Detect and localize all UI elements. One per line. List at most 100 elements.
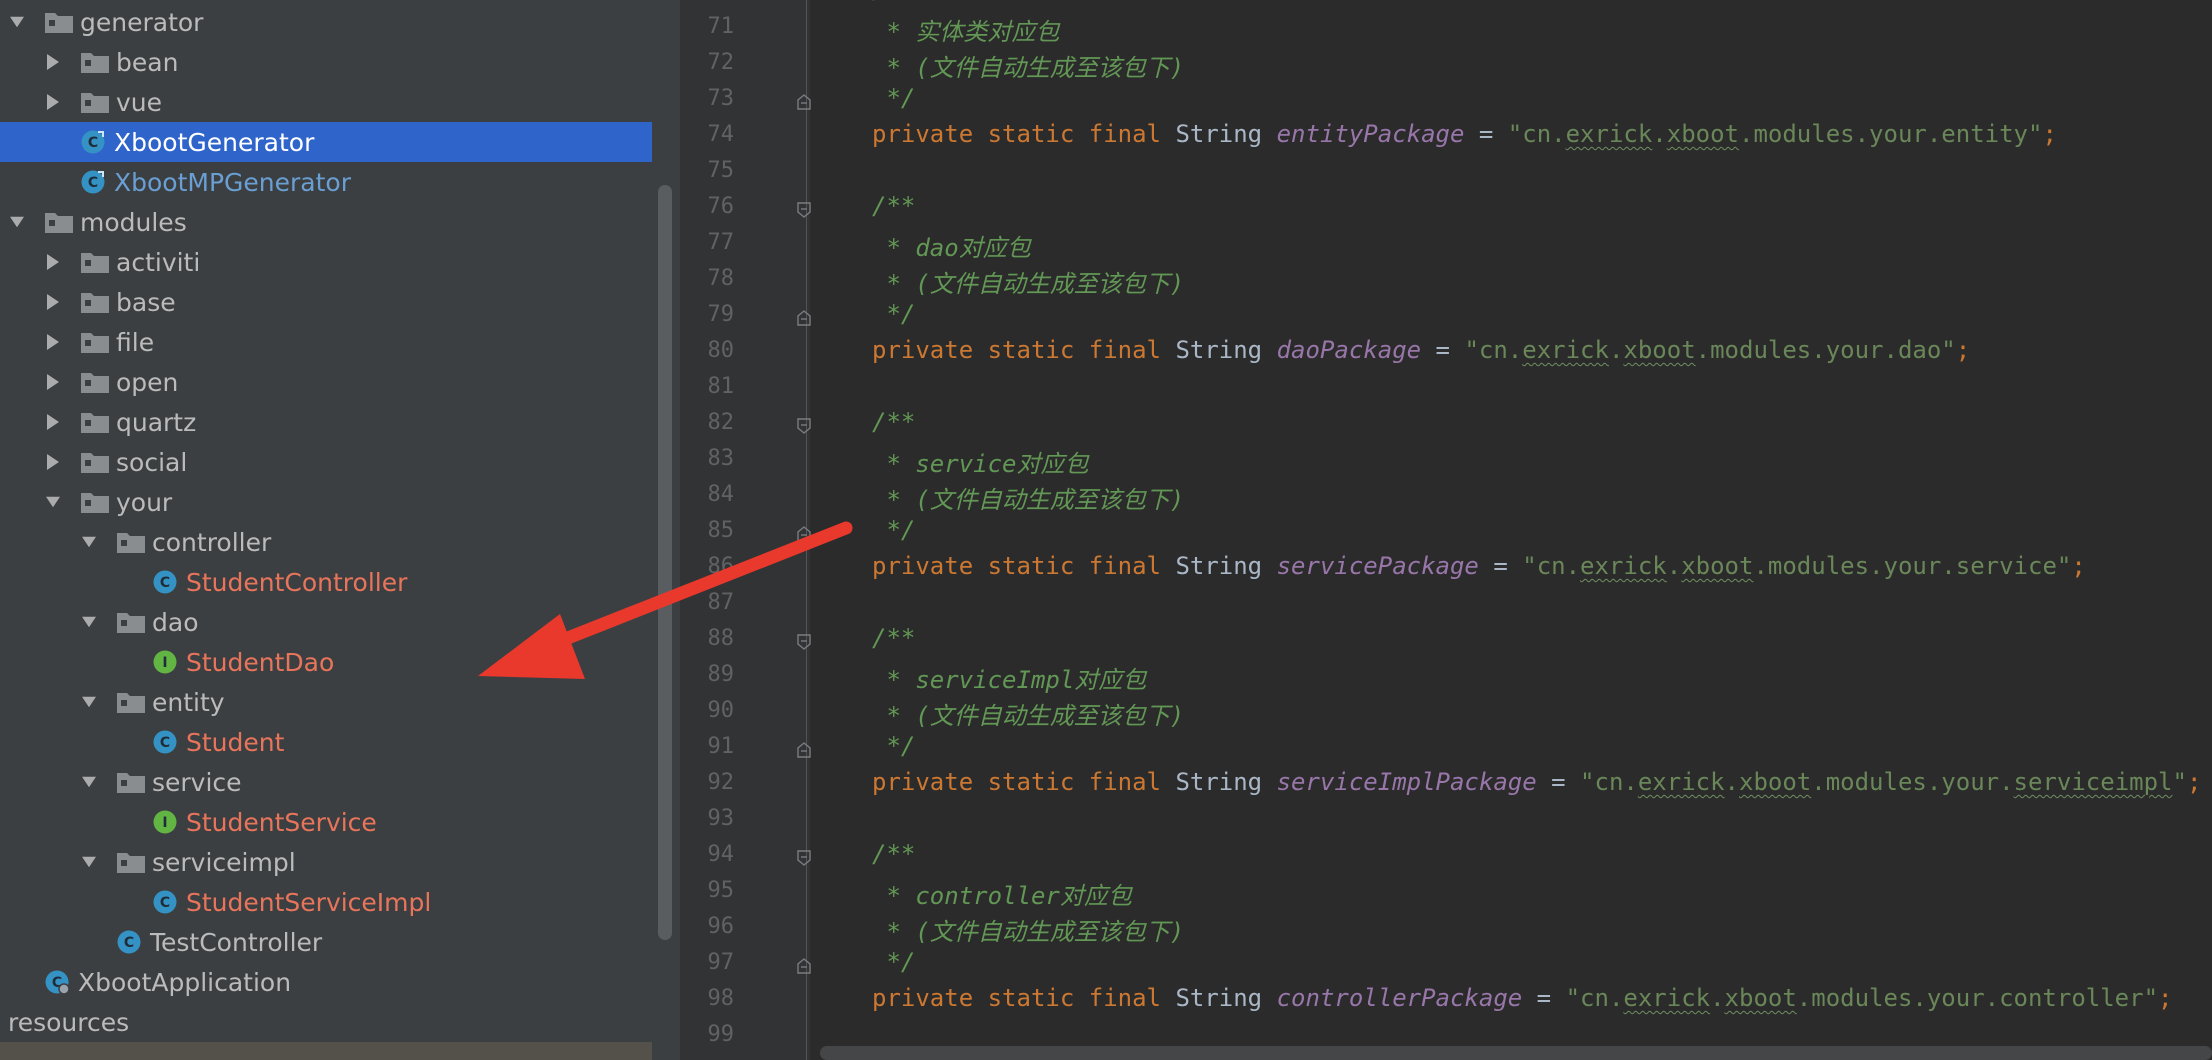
tree-item-open[interactable]: open [0,362,652,402]
class-icon: C [152,729,186,755]
tree-item-vue[interactable]: vue [0,82,652,122]
tree-item-serviceimpl[interactable]: serviceimpl [0,842,652,882]
svg-text:I: I [162,815,167,831]
code-line[interactable]: * (文件自动生成至该包下) [872,696,1184,731]
tree-item-student[interactable]: C Student [0,722,652,762]
fold-marker-icon[interactable] [796,742,812,758]
code-line[interactable]: */ [872,300,915,328]
code-string: xboot [1666,120,1739,148]
expand-right-icon[interactable] [46,453,60,471]
expand-down-icon[interactable] [10,13,24,31]
line-number: 72 [707,50,735,75]
expand-right-icon[interactable] [46,293,60,311]
tree-item-xbootmpgenerator[interactable]: C XbootMPGenerator [0,162,652,202]
code-line[interactable]: /** [872,0,915,4]
code-line[interactable]: private static final String serviceImplP… [872,768,2201,796]
code-string: . [1710,984,1725,1012]
code-line[interactable]: */ [872,516,915,544]
fold-marker-icon[interactable] [796,850,812,866]
code-operator: = [1536,768,1581,796]
tree-item-xbootgenerator[interactable]: C XbootGenerator [0,122,652,162]
code-line[interactable]: * service对应包 [872,444,1088,479]
folder-icon [80,290,116,314]
line-number: 96 [707,914,735,939]
code-line[interactable]: private static final String daoPackage =… [872,336,1970,364]
code-string: "cn. [1464,336,1523,364]
line-number: 86 [707,554,735,579]
tree-item-label: TestController [150,927,323,957]
expand-down-icon[interactable] [10,213,24,231]
expand-down-icon[interactable] [82,693,96,711]
expand-right-icon[interactable] [46,253,60,271]
tree-item-bean[interactable]: bean [0,42,652,82]
tree-item-studentservice[interactable]: I StudentService [0,802,652,842]
fold-marker-icon[interactable] [796,202,812,218]
fold-marker-icon[interactable] [796,310,812,326]
code-line[interactable]: * (文件自动生成至该包下) [872,480,1184,515]
code-line[interactable]: /** [872,192,915,220]
tree-item-label: StudentController [186,567,408,597]
tree-item-label: activiti [116,247,201,277]
expand-right-icon[interactable] [46,53,60,71]
tree-item-testcontroller[interactable]: C TestController [0,922,652,962]
line-number: 85 [707,518,735,543]
code-line[interactable]: * serviceImpl对应包 [872,660,1146,695]
tree-item-your[interactable]: your [0,482,652,522]
code-line[interactable]: private static final String entityPackag… [872,120,2057,148]
tree-item-controller[interactable]: controller [0,522,652,562]
code-operator: = [1522,984,1566,1012]
expand-right-icon[interactable] [46,373,60,391]
interface-icon: I [152,649,186,675]
fold-marker-icon[interactable] [796,94,812,110]
code-line[interactable]: * controller对应包 [872,876,1131,911]
expand-down-icon[interactable] [82,773,96,791]
fold-marker-icon[interactable] [796,634,812,650]
editor-horizontal-scrollbar[interactable] [820,1046,2212,1060]
tree-item-entity[interactable]: entity [0,682,652,722]
tree-item-quartz[interactable]: quartz [0,402,652,442]
tree-item-xbootapplication[interactable]: C XbootApplication [0,962,652,1002]
expand-down-icon[interactable] [82,613,96,631]
tree-item-activiti[interactable]: activiti [0,242,652,282]
line-number: 81 [707,374,735,399]
code-line[interactable]: */ [872,84,915,112]
fold-marker-icon[interactable] [796,418,812,434]
code-line[interactable]: * (文件自动生成至该包下) [872,264,1184,299]
tree-item-base[interactable]: base [0,282,652,322]
tree-item-service[interactable]: service [0,762,652,802]
tree-item-file[interactable]: file [0,322,652,362]
code-line[interactable]: /** [872,624,915,652]
code-string: serviceimpl [2013,768,2173,796]
tree-item-resources[interactable]: resources [0,1002,652,1042]
tree-item-studentdao[interactable]: I StudentDao [0,642,652,682]
tree-item-generator[interactable]: generator [0,2,652,42]
tree-item-social[interactable]: social [0,442,652,482]
code-line[interactable]: */ [872,732,915,760]
expand-right-icon[interactable] [46,413,60,431]
tree-item-modules[interactable]: modules [0,202,652,242]
expand-down-icon[interactable] [82,533,96,551]
class-runnable-icon: C [80,169,114,195]
expand-right-icon[interactable] [46,93,60,111]
code-line[interactable]: private static final String controllerPa… [872,984,2172,1012]
expand-down-icon[interactable] [82,853,96,871]
fold-marker-icon[interactable] [796,526,812,542]
code-line[interactable]: /** [872,840,915,868]
code-line[interactable]: * dao对应包 [872,228,1030,263]
tree-item-label: generator [80,7,204,37]
tree-item-dao[interactable]: dao [0,602,652,642]
code-line[interactable]: * 实体类对应包 [872,12,1059,47]
code-line[interactable]: * (文件自动生成至该包下) [872,912,1184,947]
tree-item-studentserviceimpl[interactable]: C StudentServiceImpl [0,882,652,922]
project-tree[interactable]: generator bean vue C XbootGenerator C XbootMPG… [0,0,652,1060]
expand-down-icon[interactable] [46,493,60,511]
tree-item-studentcontroller[interactable]: C StudentController [0,562,652,602]
code-line[interactable]: /** [872,408,915,436]
code-line[interactable]: */ [872,948,915,976]
expand-right-icon[interactable] [46,333,60,351]
tree-scrollbar[interactable] [658,185,672,940]
fold-marker-icon[interactable] [796,958,812,974]
folder-icon [44,210,80,234]
code-line[interactable]: * (文件自动生成至该包下) [872,48,1184,83]
code-line[interactable]: private static final String servicePacka… [872,552,2086,580]
